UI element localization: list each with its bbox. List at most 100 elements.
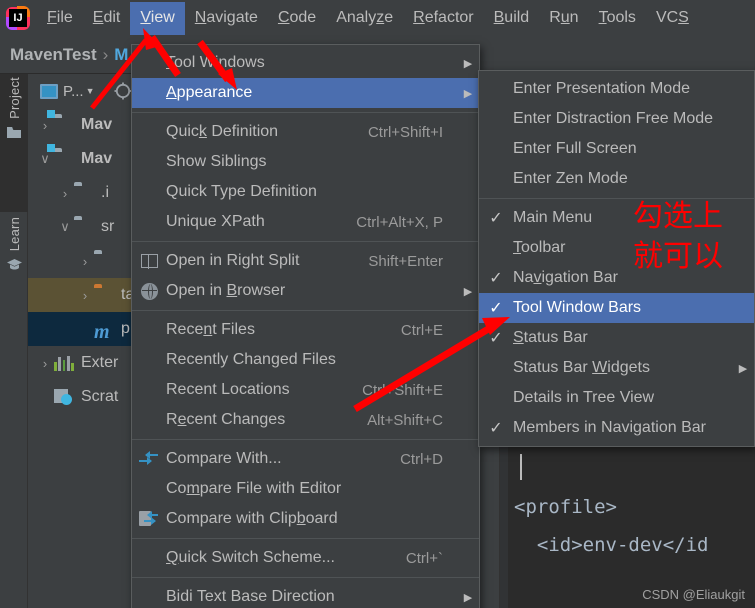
menu-item-label: Unique XPath bbox=[166, 213, 265, 230]
menu-item-show-siblings[interactable]: Show Siblings bbox=[132, 147, 479, 177]
menu-item-enter-zen-mode[interactable]: Enter Zen Mode bbox=[479, 164, 754, 194]
menubar-item-label: Build bbox=[493, 8, 530, 26]
folder-icon bbox=[74, 219, 94, 235]
menu-item-shortcut: Ctrl+E bbox=[400, 321, 443, 339]
menubar-item-tools[interactable]: Tools bbox=[589, 2, 646, 35]
menu-item-bidi-text-base-direction[interactable]: Bidi Text Base Direction ▶ bbox=[132, 582, 479, 608]
breadcrumb-next[interactable]: M bbox=[114, 45, 128, 65]
menu-separator bbox=[132, 310, 479, 311]
menubar-item-build[interactable]: Build bbox=[484, 2, 540, 35]
project-view-icon bbox=[40, 83, 58, 99]
menu-item-label: Enter Distraction Free Mode bbox=[513, 110, 714, 127]
expand-arrow-icon[interactable]: ∨ bbox=[56, 219, 74, 235]
menu-item-label: Recent Locations bbox=[166, 381, 290, 398]
menu-item-compare-file-with-editor[interactable]: Compare File with Editor bbox=[132, 474, 479, 504]
menubar-item-label: Run bbox=[549, 8, 579, 26]
menu-item-compare-with[interactable]: Compare With... Ctrl+D bbox=[132, 444, 479, 474]
check-icon: ✓ bbox=[489, 420, 503, 437]
menu-item-open-in-right-split[interactable]: Open in Right Split Shift+Enter bbox=[132, 246, 479, 276]
expand-arrow-icon[interactable]: › bbox=[36, 118, 54, 133]
menu-item-label: Recent Changes bbox=[166, 411, 286, 428]
expand-arrow-icon[interactable]: › bbox=[56, 186, 74, 201]
menubar-item-view[interactable]: View bbox=[130, 1, 185, 35]
compare-icon bbox=[132, 451, 166, 466]
menubar-item-label: Edit bbox=[92, 8, 121, 26]
menubar-item-refactor[interactable]: Refactor bbox=[403, 2, 483, 35]
menu-item-recent-files[interactable]: Recent Files Ctrl+E bbox=[132, 315, 479, 345]
menu-item-open-in-browser[interactable]: Open in Browser ▶ bbox=[132, 276, 479, 306]
menu-item-recent-locations[interactable]: Recent Locations Ctrl+Shift+E bbox=[132, 375, 479, 405]
folder-icon bbox=[74, 185, 94, 201]
sidebar-item-learn[interactable]: Learn bbox=[0, 214, 28, 334]
expand-arrow-icon[interactable]: › bbox=[76, 254, 94, 269]
menu-item-quick-switch-scheme[interactable]: Quick Switch Scheme... Ctrl+` bbox=[132, 543, 479, 573]
menubar-item-code[interactable]: Code bbox=[268, 2, 326, 35]
menu-item-label: Details in Tree View bbox=[513, 389, 655, 406]
menu-item-compare-with-clipboard[interactable]: Compare with Clipboard bbox=[132, 504, 479, 534]
sidebar-item-learn-label: Learn bbox=[6, 217, 22, 252]
menu-item-members-in-navigation-bar[interactable]: ✓ Members in Navigation Bar bbox=[479, 413, 754, 443]
gear-icon[interactable] bbox=[113, 81, 133, 101]
tool-window-bar-left: Project Learn bbox=[0, 74, 28, 608]
menu-item-label: Compare With... bbox=[166, 450, 282, 467]
menu-item-main-menu[interactable]: ✓ Main Menu bbox=[479, 203, 754, 233]
globe-icon bbox=[132, 282, 166, 300]
breadcrumb-project[interactable]: MavenTest bbox=[10, 45, 97, 65]
menu-item-recent-changes[interactable]: Recent Changes Alt+Shift+C bbox=[132, 405, 479, 435]
menu-item-quick-type-definition[interactable]: Quick Type Definition bbox=[132, 177, 479, 207]
menu-item-details-in-tree-view[interactable]: Details in Tree View bbox=[479, 383, 754, 413]
editor-area[interactable]: <profile> <id>env-dev</id CSDN @Eliaukgi… bbox=[500, 440, 755, 608]
main-menu-bar: IJ File Edit View Navigate Code Analyze Refact… bbox=[0, 0, 755, 36]
tree-row-label: Exter bbox=[81, 354, 119, 371]
submenu-arrow-icon: ▶ bbox=[463, 285, 473, 298]
menu-item-label: Quick Type Definition bbox=[166, 183, 317, 200]
intellij-logo-icon: IJ bbox=[5, 5, 31, 31]
submenu-arrow-icon: ▶ bbox=[738, 362, 748, 375]
maven-pom-icon: m bbox=[94, 321, 110, 343]
menubar-item-label: File bbox=[47, 8, 73, 26]
menu-separator bbox=[132, 112, 479, 113]
module-folder-icon bbox=[47, 144, 74, 167]
menu-item-label: Recently Changed Files bbox=[166, 351, 336, 368]
menu-item-unique-xpath[interactable]: Unique XPath Ctrl+Alt+X, P bbox=[132, 207, 479, 237]
menu-item-shortcut: Ctrl+D bbox=[400, 450, 443, 468]
menubar-item-run[interactable]: Run bbox=[539, 2, 588, 35]
expand-arrow-icon[interactable]: › bbox=[36, 356, 54, 371]
menubar-item-label: VCS bbox=[655, 8, 689, 26]
editor-gutter bbox=[500, 440, 508, 608]
menubar-item-vcs[interactable]: VCS bbox=[646, 2, 699, 35]
menu-item-tool-window-bars[interactable]: ✓ Tool Window Bars bbox=[479, 293, 754, 323]
menu-item-toolbar[interactable]: Toolbar bbox=[479, 233, 754, 263]
menubar-item-analyze[interactable]: Analyze bbox=[326, 2, 403, 35]
menu-item-appearance[interactable]: Appearance ▶ bbox=[132, 78, 479, 108]
logo-core-text: IJ bbox=[9, 9, 27, 27]
menu-item-label: Quick Switch Scheme... bbox=[166, 549, 335, 566]
menu-item-label: Members in Navigation Bar bbox=[513, 419, 706, 436]
appearance-submenu: Enter Presentation Mode Enter Distraction… bbox=[478, 70, 755, 447]
project-view-selector[interactable]: P... ▼ bbox=[40, 83, 95, 100]
menu-item-label: Toolbar bbox=[513, 239, 566, 256]
menubar-item-file[interactable]: File bbox=[37, 2, 83, 35]
menu-item-recently-changed-files[interactable]: Recently Changed Files bbox=[132, 345, 479, 375]
menu-item-status-bar[interactable]: ✓ Status Bar bbox=[479, 323, 754, 353]
menu-item-status-bar-widgets[interactable]: Status Bar Widgets ▶ bbox=[479, 353, 754, 383]
menu-item-label: Quick Definition bbox=[166, 123, 279, 140]
project-view-label: P... bbox=[63, 82, 84, 100]
clipboard-icon bbox=[132, 511, 166, 527]
menu-item-quick-definition[interactable]: Quick Definition Ctrl+Shift+I bbox=[132, 117, 479, 147]
sidebar-item-project[interactable]: Project bbox=[0, 74, 28, 212]
menu-item-enter-presentation-mode[interactable]: Enter Presentation Mode bbox=[479, 74, 754, 104]
menu-item-enter-full-screen[interactable]: Enter Full Screen bbox=[479, 134, 754, 164]
menu-item-enter-distraction-free-mode[interactable]: Enter Distraction Free Mode bbox=[479, 104, 754, 134]
submenu-arrow-icon: ▶ bbox=[463, 57, 473, 70]
watermark-text: CSDN @Eliaukgit bbox=[642, 587, 745, 602]
check-icon: ✓ bbox=[489, 330, 503, 347]
expand-arrow-icon[interactable]: ∨ bbox=[36, 151, 54, 167]
menu-item-navigation-bar[interactable]: ✓ Navigation Bar bbox=[479, 263, 754, 293]
menu-item-label: Enter Zen Mode bbox=[513, 170, 628, 187]
menubar-item-navigate[interactable]: Navigate bbox=[185, 2, 268, 35]
menu-item-tool-windows[interactable]: Tool Windows ▶ bbox=[132, 48, 479, 78]
menubar-item-edit[interactable]: Edit bbox=[83, 2, 131, 35]
expand-arrow-icon[interactable]: › bbox=[76, 288, 94, 303]
